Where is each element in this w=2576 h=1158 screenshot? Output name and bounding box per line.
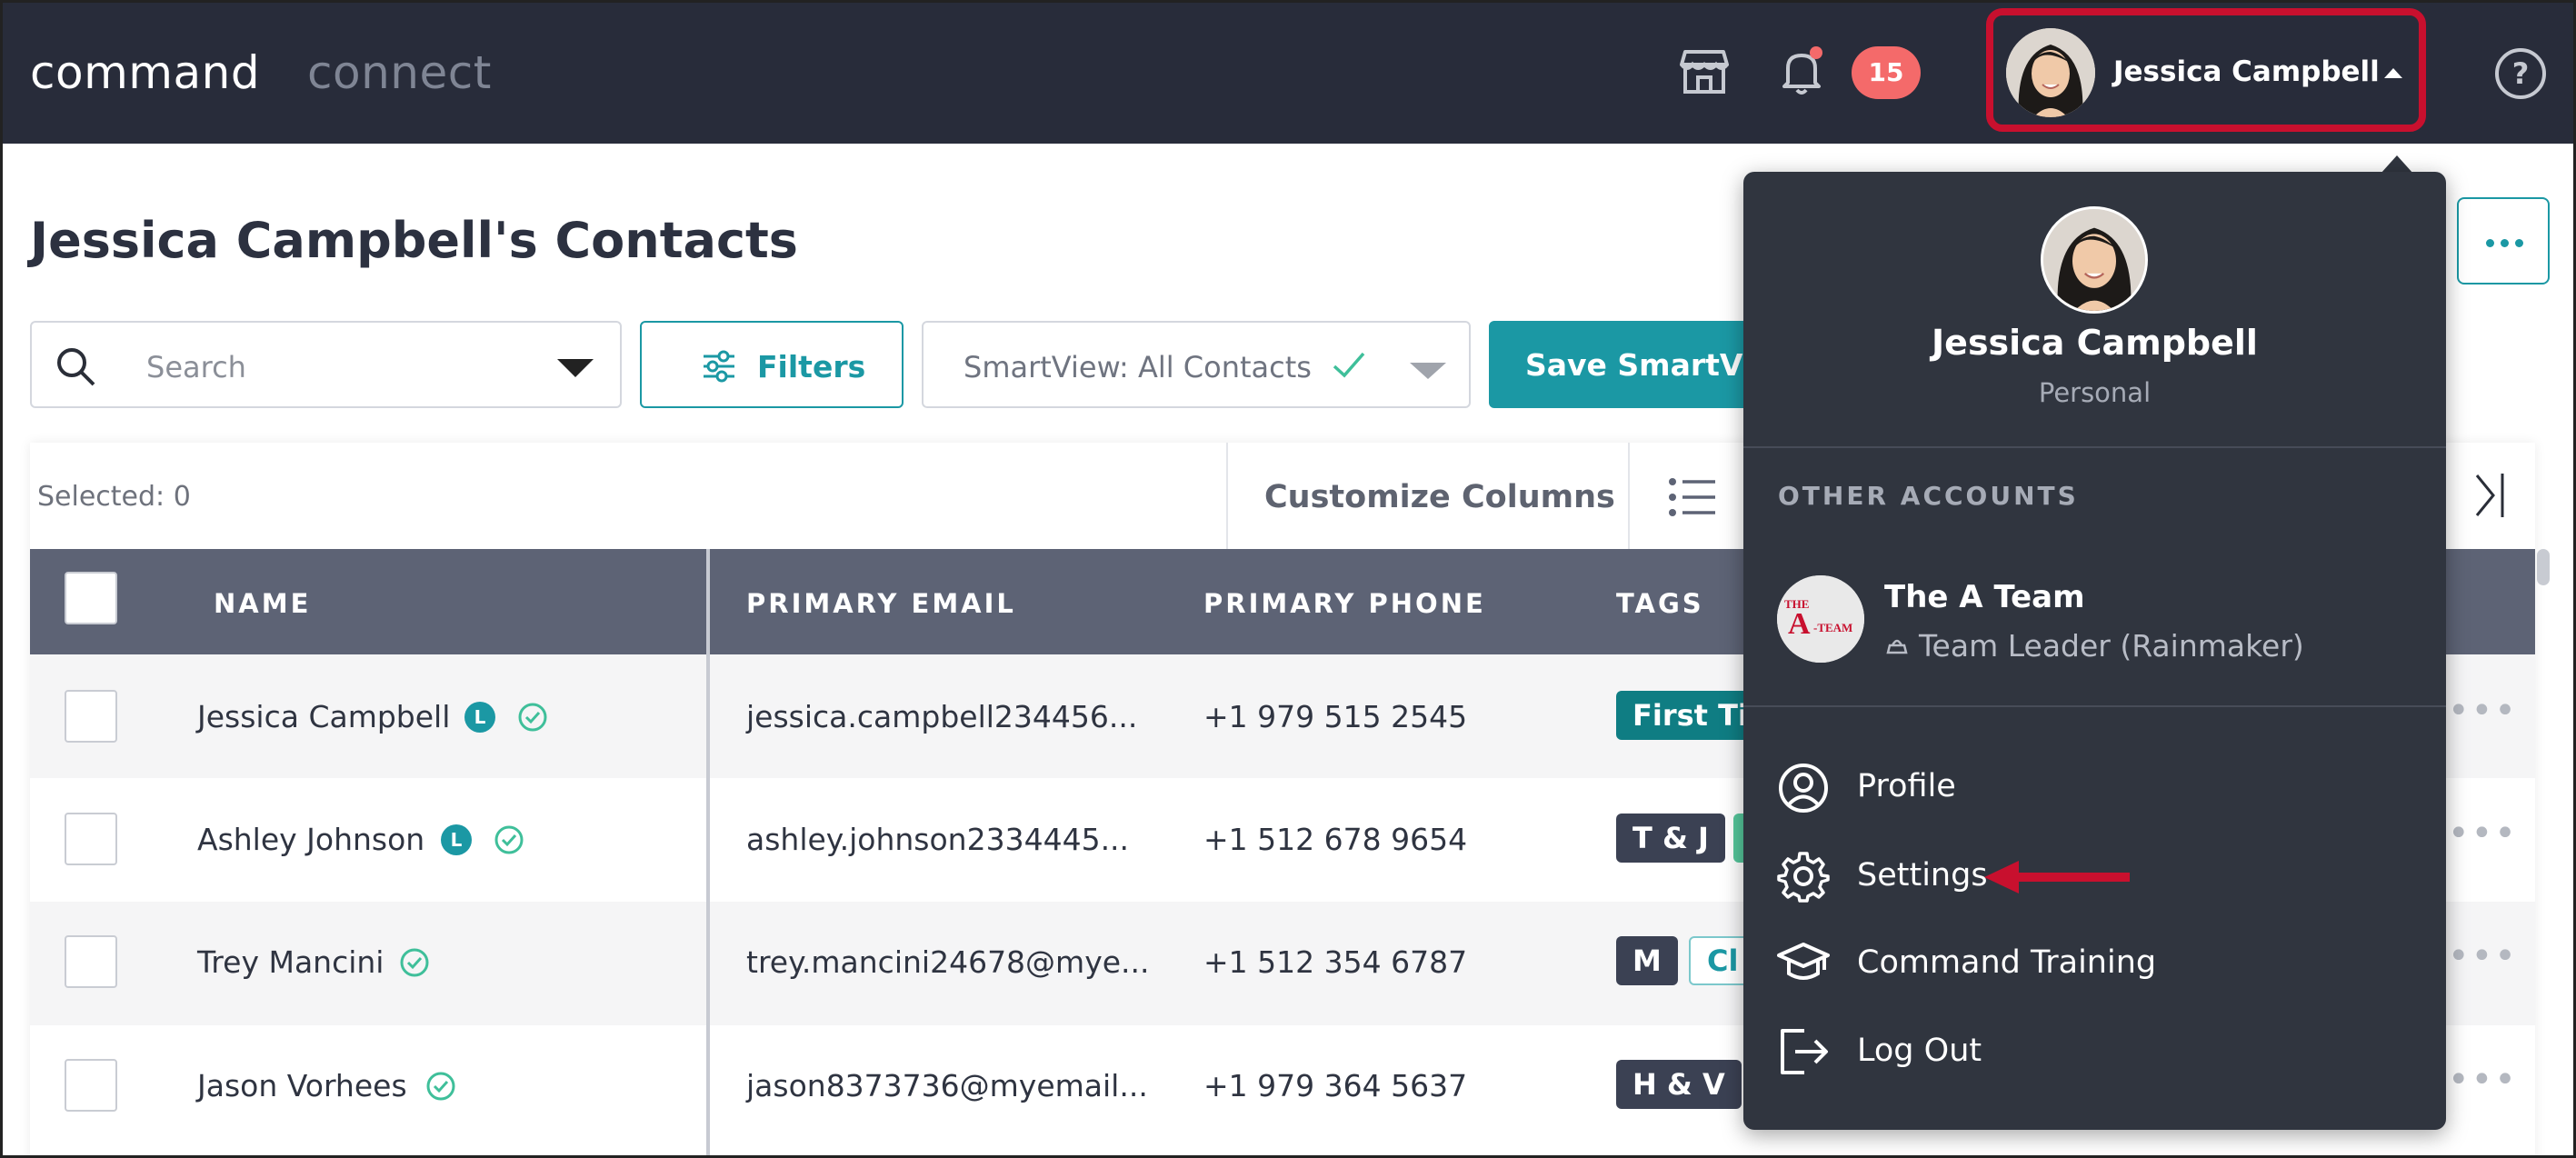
- arrow-pointer-icon: [1984, 861, 2130, 893]
- settings-menu-item[interactable]: Settings: [1857, 857, 1988, 893]
- row-actions-icon[interactable]: •••: [2448, 935, 2518, 977]
- profile-icon[interactable]: [1777, 762, 1830, 814]
- brand-connect-link[interactable]: connect: [307, 46, 492, 99]
- header-primary-email[interactable]: PRIMARY EMAIL: [746, 588, 1016, 619]
- lead-badge: L: [464, 702, 495, 733]
- toolbar-divider: [1226, 443, 1228, 549]
- header-primary-phone[interactable]: PRIMARY PHONE: [1203, 588, 1486, 619]
- collapse-panel-icon[interactable]: [2471, 468, 2508, 523]
- filters-label: Filters: [757, 349, 866, 384]
- svg-text:-TEAM: -TEAM: [1813, 621, 1852, 634]
- filters-button[interactable]: Filters: [640, 321, 904, 408]
- smartview-select[interactable]: SmartView: All Contacts: [922, 321, 1471, 408]
- row-actions-icon[interactable]: •••: [2448, 1059, 2518, 1101]
- dropdown-pointer: [2381, 155, 2413, 174]
- row-actions-icon[interactable]: •••: [2448, 690, 2518, 732]
- toolbar-divider: [1628, 443, 1630, 549]
- checkmark-icon: [1333, 352, 1365, 378]
- verified-icon: [426, 1072, 455, 1101]
- brand-command-link[interactable]: command: [30, 46, 260, 99]
- contact-email[interactable]: trey.mancini24678@mye...: [746, 944, 1150, 980]
- contact-email[interactable]: jessica.campbell234456...: [746, 699, 1137, 734]
- gear-icon[interactable]: [1777, 850, 1830, 903]
- tag-chip[interactable]: T & J: [1616, 814, 1725, 863]
- logout-icon[interactable]: [1777, 1025, 1830, 1078]
- tag-chip[interactable]: M: [1616, 936, 1678, 985]
- caret-up-icon[interactable]: [2384, 68, 2402, 78]
- contact-phone[interactable]: +1 512 354 6787: [1203, 944, 1467, 980]
- dropdown-account-type: Personal: [2038, 377, 2152, 408]
- contact-name[interactable]: Trey Mancini: [197, 944, 384, 980]
- team-account-name[interactable]: The A Team: [1884, 579, 2085, 615]
- profile-menu-item[interactable]: Profile: [1857, 768, 1956, 804]
- more-options-button[interactable]: [2457, 197, 2550, 285]
- app-window: command connect 15 Jessica Campbell ? Je…: [0, 0, 2576, 1158]
- graduation-cap-icon[interactable]: [1777, 937, 1830, 990]
- verified-icon: [400, 948, 429, 977]
- contact-phone[interactable]: +1 979 515 2545: [1203, 699, 1467, 734]
- row-checkbox[interactable]: [65, 1059, 117, 1112]
- command-training-menu-item[interactable]: Command Training: [1857, 944, 2156, 981]
- other-accounts-heading: OTHER ACCOUNTS: [1778, 481, 2079, 511]
- team-role-label: Team Leader (Rainmaker): [1919, 628, 2304, 664]
- smartview-label: SmartView: All Contacts: [964, 350, 1312, 384]
- user-name-label[interactable]: Jessica Campbell: [2113, 55, 2380, 88]
- row-checkbox[interactable]: [65, 813, 117, 865]
- help-icon[interactable]: ?: [2495, 48, 2546, 99]
- select-all-checkbox[interactable]: [65, 572, 117, 624]
- notification-count-badge[interactable]: 15: [1852, 46, 1921, 99]
- contact-name[interactable]: Ashley Johnson: [197, 822, 424, 857]
- search-dropdown-icon[interactable]: [557, 359, 594, 377]
- smartview-dropdown-icon[interactable]: [1410, 363, 1446, 379]
- contact-email[interactable]: jason8373736@myemail...: [746, 1068, 1148, 1103]
- dropdown-divider: [1743, 446, 2446, 448]
- search-placeholder: Search: [146, 350, 246, 384]
- svg-text:A: A: [1788, 607, 1811, 641]
- row-actions-icon[interactable]: •••: [2448, 813, 2518, 854]
- logout-menu-item[interactable]: Log Out: [1857, 1033, 1982, 1069]
- lead-badge: L: [441, 824, 472, 855]
- verified-icon: [494, 825, 524, 854]
- save-smartview-label: Save SmartView: [1525, 347, 1762, 383]
- verified-icon: [518, 703, 547, 732]
- frozen-column-divider: [706, 549, 710, 1155]
- contact-phone[interactable]: +1 979 364 5637: [1203, 1068, 1467, 1103]
- dropdown-avatar: [2041, 206, 2148, 314]
- list-view-icon[interactable]: [1668, 477, 1717, 517]
- contact-phone[interactable]: +1 512 678 9654: [1203, 822, 1467, 857]
- header-tags[interactable]: TAGS: [1616, 588, 1704, 619]
- vertical-scrollbar[interactable]: [2537, 549, 2550, 585]
- user-avatar[interactable]: [2006, 28, 2095, 117]
- contact-email[interactable]: ashley.johnson2334445...: [746, 822, 1129, 857]
- store-icon[interactable]: [1678, 45, 1731, 97]
- sliders-icon: [704, 350, 734, 383]
- search-input[interactable]: Search: [30, 321, 622, 408]
- customize-columns-button[interactable]: Customize Columns: [1264, 479, 1615, 515]
- row-checkbox[interactable]: [65, 690, 117, 743]
- save-smartview-button[interactable]: Save SmartView: [1489, 321, 1762, 408]
- bell-icon[interactable]: [1775, 45, 1828, 97]
- dropdown-divider: [1743, 705, 2446, 707]
- page-title: Jessica Campbell's Contacts: [30, 212, 798, 269]
- selected-count: Selected: 0: [37, 481, 191, 513]
- search-icon: [57, 348, 95, 386]
- row-checkbox[interactable]: [65, 935, 117, 988]
- team-logo[interactable]: THE A -TEAM: [1777, 575, 1864, 663]
- header-name[interactable]: NAME: [214, 588, 311, 619]
- contact-name[interactable]: Jason Vorhees: [197, 1068, 407, 1103]
- tag-chip[interactable]: H & V: [1616, 1060, 1742, 1109]
- team-leader-icon: [1886, 639, 1908, 654]
- dropdown-user-name: Jessica Campbell: [1932, 323, 2258, 363]
- contact-name[interactable]: Jessica Campbell: [197, 699, 450, 734]
